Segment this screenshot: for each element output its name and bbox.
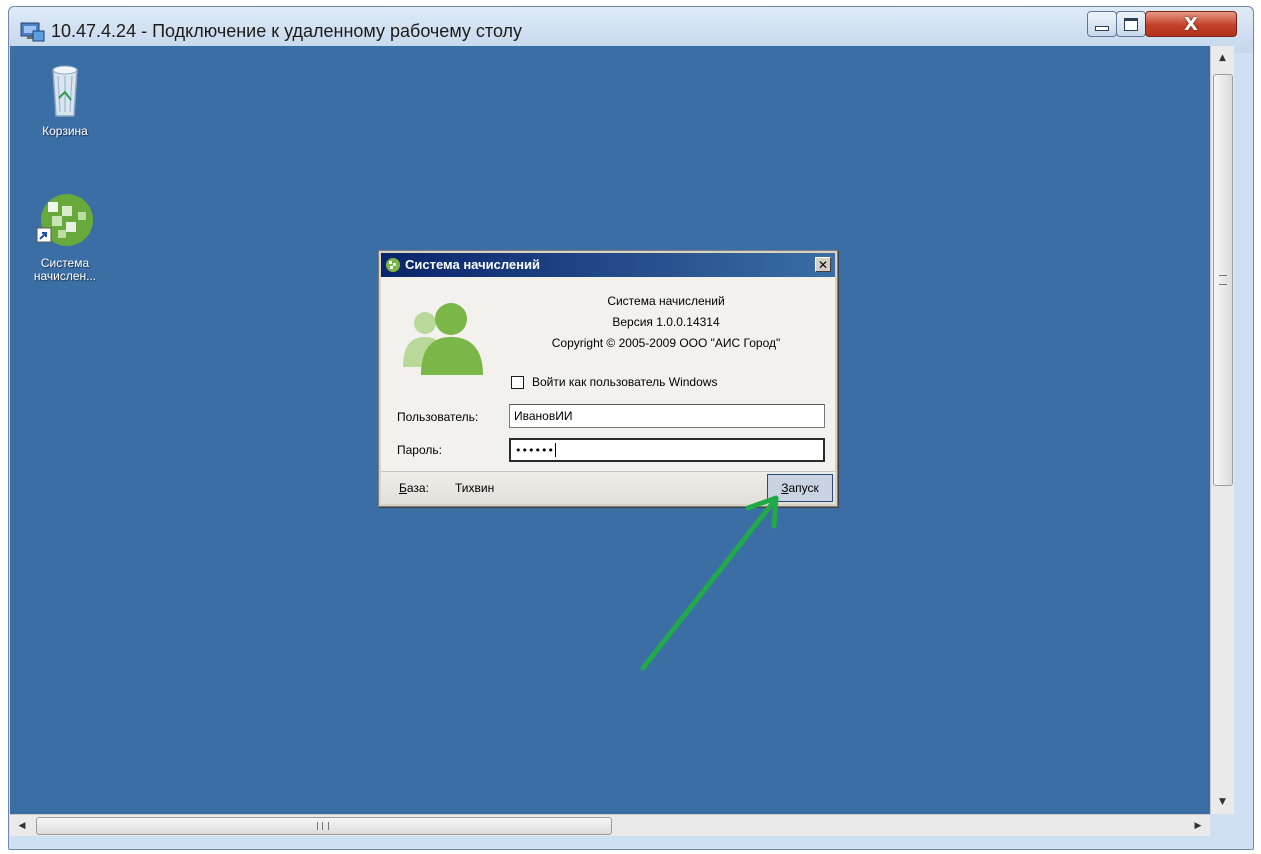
desktop-icon-recycle-bin[interactable]: Корзина: [20, 62, 110, 138]
scroll-left-icon[interactable]: ◀: [12, 815, 32, 837]
username-input[interactable]: ИвановИИ: [509, 404, 825, 428]
password-label: Пароль:: [397, 443, 442, 457]
horizontal-scroll-thumb[interactable]: [36, 817, 612, 835]
dialog-title: Система начислений: [405, 257, 541, 272]
windows-login-checkbox[interactable]: [511, 375, 524, 389]
users-icon: [403, 303, 483, 375]
remote-desktop-icon: [20, 22, 45, 42]
about-block: Система начислений Версия 1.0.0.14314 Co…: [501, 291, 831, 354]
scroll-down-icon[interactable]: ▼: [1211, 792, 1234, 812]
dialog-close-button[interactable]: ✕: [815, 257, 831, 272]
vertical-scrollbar[interactable]: ▲ ▼: [1210, 46, 1234, 814]
desktop-icon-label: Корзина: [42, 124, 88, 138]
windows-login-option[interactable]: Войти как пользователь Windows: [511, 375, 717, 389]
horizontal-scrollbar[interactable]: ◀ ▶: [10, 814, 1210, 836]
app-icon: [386, 258, 400, 272]
run-button-mnemonic: З: [781, 481, 789, 495]
base-label-mnemonic: Б: [399, 481, 407, 495]
username-value: ИвановИИ: [514, 409, 573, 423]
close-icon: ✕: [817, 258, 829, 272]
minimize-icon: [1095, 25, 1109, 31]
user-label: Пользователь:: [397, 410, 479, 424]
scroll-up-icon[interactable]: ▲: [1211, 48, 1234, 68]
scroll-right-icon[interactable]: ▶: [1188, 815, 1208, 837]
close-button[interactable]: X: [1145, 11, 1237, 37]
minimize-button[interactable]: [1087, 11, 1117, 37]
window-title: 10.47.4.24 - Подключение к удаленному ра…: [51, 21, 523, 41]
run-button[interactable]: Запуск: [767, 474, 833, 502]
windows-login-label: Войти как пользователь Windows: [532, 375, 718, 389]
vertical-scroll-thumb[interactable]: [1213, 74, 1233, 486]
run-button-label: апуск: [788, 481, 819, 495]
maximize-button[interactable]: [1116, 11, 1146, 37]
dialog-footer: База: Тихвин Запуск: [381, 471, 835, 504]
login-dialog: Система начислений ✕ Система начислений …: [378, 250, 838, 507]
close-icon: X: [1184, 13, 1198, 35]
about-app-name: Система начислений: [607, 294, 725, 308]
desktop-icon-app-shortcut[interactable]: Система начислен...: [20, 192, 110, 283]
recycle-bin-icon: [52, 65, 78, 117]
grip-icon: [317, 822, 329, 830]
about-copyright: Copyright © 2005-2009 ООО "АИС Город": [551, 336, 781, 350]
text-caret: [554, 443, 556, 457]
maximize-icon: [1124, 17, 1138, 31]
base-label: База:: [399, 481, 429, 495]
app-shortcut-icon: [36, 194, 93, 246]
about-version: Версия 1.0.0.14314: [612, 315, 720, 329]
base-value: Тихвин: [455, 481, 495, 495]
desktop-icon-label-line2: начислен...: [33, 269, 97, 283]
base-label-text: аза:: [406, 481, 429, 495]
password-input[interactable]: ••••••: [509, 438, 825, 462]
dialog-titlebar[interactable]: Система начислений ✕: [381, 253, 835, 277]
grip-icon: [1219, 275, 1227, 285]
password-value: ••••••: [515, 443, 554, 457]
dialog-body: Система начислений Версия 1.0.0.14314 Co…: [381, 277, 835, 472]
